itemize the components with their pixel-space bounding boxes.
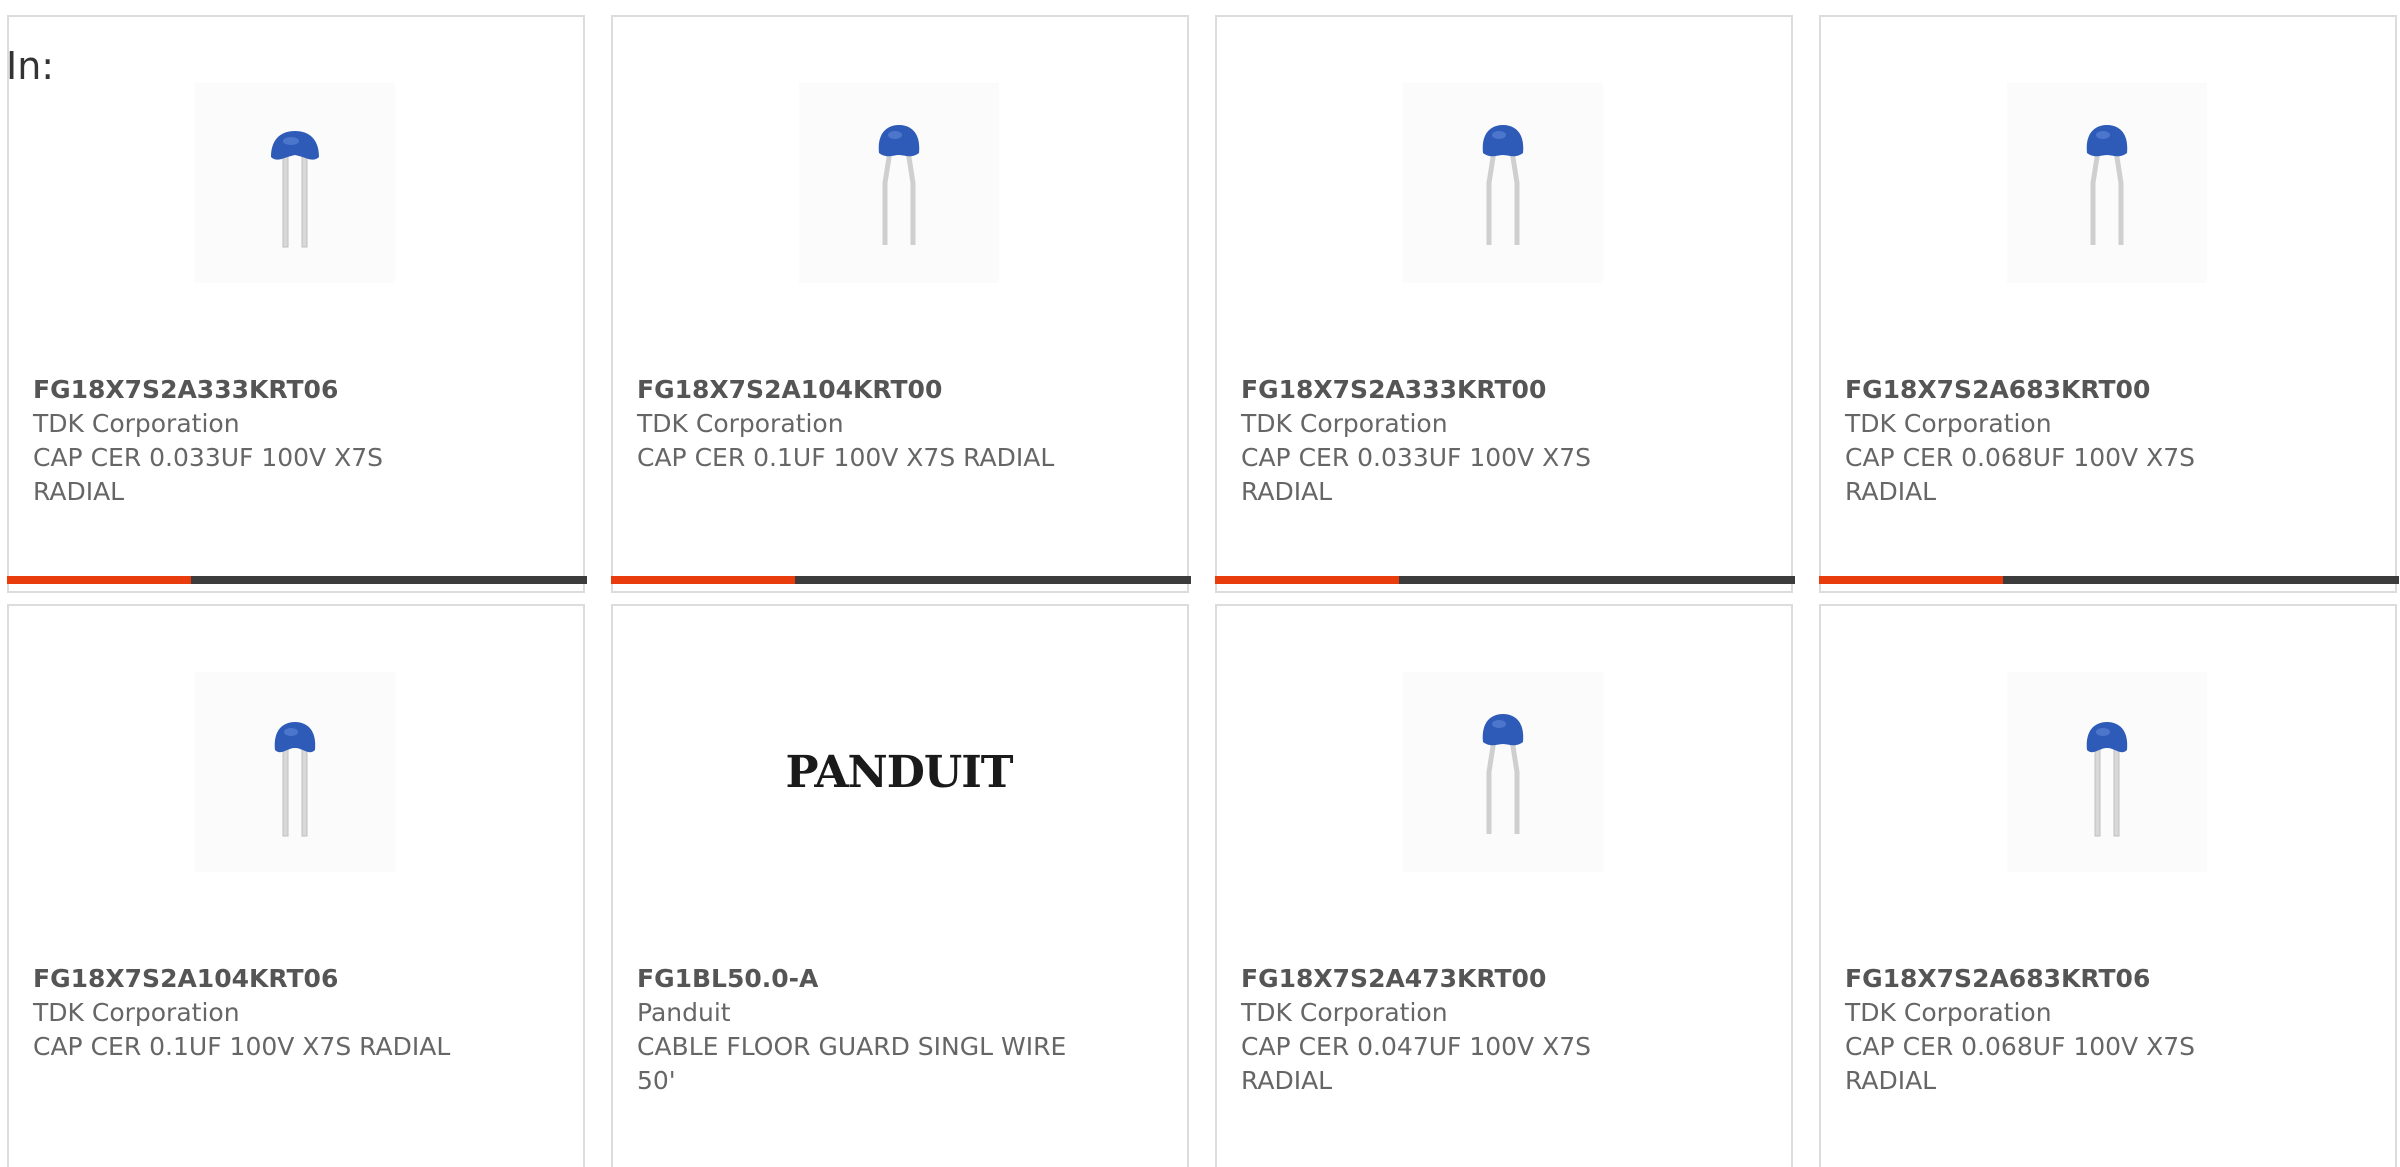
capacitor-straight-leads-icon [274,722,316,837]
product-image[interactable]: PANDUIT [785,672,1014,872]
part-number[interactable]: FG1BL50.0-A [637,962,1067,996]
product-image[interactable] [2007,83,2207,283]
product-image[interactable] [1403,672,1603,872]
manufacturer: TDK Corporation [1845,998,2052,1027]
product-card[interactable]: FG18X7S2A104KRT06 TDK Corporation CAP CE… [7,604,585,1167]
capacitor-kinked-leads-icon [878,125,920,245]
product-info: FG18X7S2A473KRT00 TDK Corporation CAP CE… [1241,962,1671,1098]
description: CAP CER 0.1UF 100V X7S RADIAL [33,1032,451,1061]
product-info: FG18X7S2A683KRT06 TDK Corporation CAP CE… [1845,962,2275,1098]
manufacturer: TDK Corporation [637,409,844,438]
product-image[interactable] [2007,672,2207,872]
progress-bar [1215,576,1795,584]
progress-track [2003,576,2399,584]
part-number[interactable]: FG18X7S2A104KRT00 [637,373,1067,407]
description: CABLE FLOOR GUARD SINGL WIRE 50' [637,1032,1067,1095]
description: CAP CER 0.047UF 100V X7S RADIAL [1241,1032,1592,1095]
product-card[interactable]: FG18X7S2A333KRT06 TDK Corporation CAP CE… [7,15,587,593]
product-card[interactable]: FG18X7S2A683KRT00 TDK Corporation CAP CE… [1819,15,2399,593]
manufacturer: TDK Corporation [1241,409,1448,438]
logo-text: PANDUIT [785,746,1013,798]
part-number[interactable]: FG18X7S2A473KRT00 [1241,962,1671,996]
product-info: FG18X7S2A333KRT06 TDK Corporation CAP CE… [33,373,463,509]
part-number[interactable]: FG18X7S2A333KRT06 [33,373,463,407]
description: CAP CER 0.033UF 100V X7S RADIAL [1241,443,1592,506]
manufacturer: TDK Corporation [33,998,240,1027]
product-info: FG18X7S2A104KRT06 TDK Corporation CAP CE… [33,962,463,1064]
capacitor-kinked-leads-icon [1482,714,1524,834]
manufacturer: TDK Corporation [1845,409,2052,438]
product-info: FG18X7S2A333KRT00 TDK Corporation CAP CE… [1241,373,1671,509]
product-info: FG18X7S2A683KRT00 TDK Corporation CAP CE… [1845,373,2275,509]
product-card[interactable]: PANDUIT FG1BL50.0-A Panduit CABLE FLOOR … [611,604,1189,1167]
product-card[interactable]: FG18X7S2A104KRT00 TDK Corporation CAP CE… [611,15,1191,593]
product-image[interactable] [195,672,395,872]
progress-fill [1819,576,2003,584]
description: CAP CER 0.068UF 100V X7S RADIAL [1845,443,2196,506]
capacitor-straight-leads-icon [271,131,319,248]
capacitor-kinked-leads-icon [1482,125,1524,245]
product-grid: FG18X7S2A333KRT06 TDK Corporation CAP CE… [0,0,2400,1167]
product-image[interactable] [195,83,395,283]
product-card[interactable]: FG18X7S2A333KRT00 TDK Corporation CAP CE… [1215,15,1795,593]
progress-fill [1215,576,1399,584]
progress-track [795,576,1191,584]
panduit-logo: PANDUIT [785,672,1014,872]
description: CAP CER 0.1UF 100V X7S RADIAL [637,443,1055,472]
progress-fill [7,576,191,584]
part-number[interactable]: FG18X7S2A683KRT00 [1845,373,2275,407]
search-in-label: In: [6,44,55,88]
product-info: FG18X7S2A104KRT00 TDK Corporation CAP CE… [637,373,1067,475]
capacitor-straight-leads-icon [2086,722,2128,837]
product-card[interactable]: FG18X7S2A473KRT00 TDK Corporation CAP CE… [1215,604,1793,1167]
progress-fill [611,576,795,584]
progress-bar [1819,576,2399,584]
capacitor-kinked-leads-icon [2086,125,2128,245]
progress-bar [7,576,587,584]
description: CAP CER 0.068UF 100V X7S RADIAL [1845,1032,2196,1095]
product-image[interactable] [799,83,999,283]
product-info: FG1BL50.0-A Panduit CABLE FLOOR GUARD SI… [637,962,1067,1098]
manufacturer: TDK Corporation [33,409,240,438]
progress-bar [611,576,1191,584]
progress-track [191,576,587,584]
part-number[interactable]: FG18X7S2A104KRT06 [33,962,463,996]
description: CAP CER 0.033UF 100V X7S RADIAL [33,443,384,506]
part-number[interactable]: FG18X7S2A333KRT00 [1241,373,1671,407]
product-image[interactable] [1403,83,1603,283]
manufacturer: Panduit [637,998,731,1027]
part-number[interactable]: FG18X7S2A683KRT06 [1845,962,2275,996]
product-card[interactable]: FG18X7S2A683KRT06 TDK Corporation CAP CE… [1819,604,2397,1167]
manufacturer: TDK Corporation [1241,998,1448,1027]
progress-track [1399,576,1795,584]
